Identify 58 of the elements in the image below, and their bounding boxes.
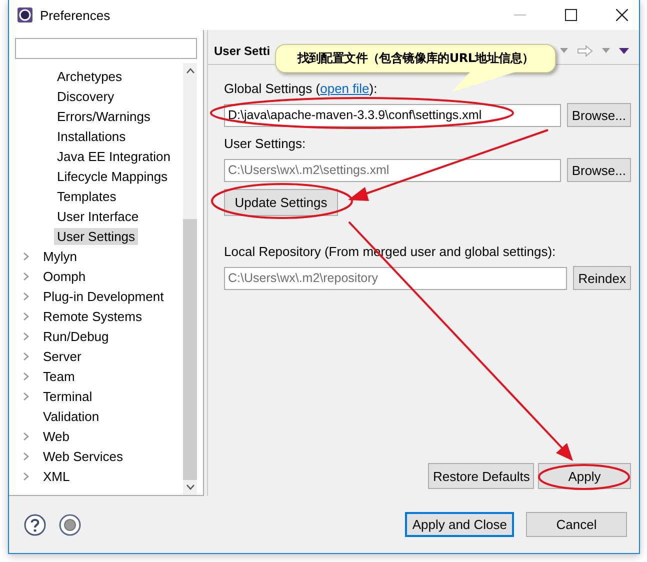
tree-item[interactable]: User Interface [54, 208, 142, 224]
tree-item[interactable]: Web Services [40, 448, 126, 464]
field-label: User Settings: [224, 136, 306, 153]
tree-item[interactable]: Mylyn [40, 248, 80, 264]
expand-icon[interactable] [23, 312, 29, 320]
tree-item[interactable]: Installations [54, 128, 129, 144]
expand-icon[interactable] [23, 372, 29, 380]
tree-item[interactable]: Validation [40, 408, 102, 424]
update-settings-button[interactable]: Update Settings [224, 189, 338, 216]
scroll-down-icon[interactable] [186, 484, 194, 490]
tree-item[interactable]: Server [40, 348, 84, 364]
expand-icon[interactable] [23, 332, 29, 340]
restore-defaults-button[interactable]: Restore Defaults [428, 463, 534, 489]
scroll-up-icon[interactable] [186, 68, 194, 74]
tree-item[interactable]: Remote Systems [40, 308, 145, 324]
dropdown-icon[interactable] [560, 48, 568, 53]
app-icon [17, 7, 33, 23]
dialog-button[interactable]: Cancel [526, 512, 627, 537]
tree-item[interactable]: Errors/Warnings [54, 108, 154, 124]
callout-tail [452, 72, 515, 92]
expand-icon[interactable] [23, 432, 29, 440]
tree-item[interactable]: Plug-in Development [40, 288, 167, 304]
tree-item[interactable]: Web [40, 428, 72, 444]
search-field[interactable] [15, 38, 197, 59]
expand-icon[interactable] [23, 292, 29, 300]
expand-icon[interactable] [23, 352, 29, 360]
forward-arrow-icon[interactable] [577, 44, 593, 56]
expand-icon[interactable] [23, 452, 29, 460]
tree-item[interactable]: Java EE Integration [54, 148, 174, 164]
tree-item[interactable]: Team [40, 368, 78, 384]
dialog-button[interactable]: Apply and Close [405, 512, 514, 537]
close-icon[interactable] [616, 9, 628, 21]
expand-icon[interactable] [23, 392, 29, 400]
window-title: Preferences [40, 8, 110, 22]
expand-icon[interactable] [23, 272, 29, 280]
tree-item[interactable]: Lifecycle Mappings [54, 168, 171, 184]
menu-icon[interactable] [619, 48, 629, 54]
tree-item[interactable]: Templates [54, 188, 120, 204]
page-title: User Setti [214, 44, 270, 58]
tree-item[interactable]: Discovery [54, 88, 118, 104]
expand-icon[interactable] [23, 472, 29, 480]
help-icon[interactable] [24, 514, 46, 536]
open-file-link[interactable]: open file [320, 81, 370, 96]
tree-item[interactable]: Oomph [40, 268, 89, 284]
tree-item[interactable]: Archetypes [54, 68, 126, 84]
record-icon[interactable] [59, 514, 81, 536]
maximize-icon[interactable] [565, 9, 577, 21]
tree-item[interactable]: Terminal [40, 388, 96, 404]
expand-icon[interactable] [23, 252, 29, 260]
scrollbar-thumb[interactable] [183, 218, 197, 480]
scrollbar[interactable] [183, 63, 197, 495]
field-label: Global Settings (open file): [224, 81, 378, 98]
tree-item[interactable]: Run/Debug [40, 328, 112, 344]
tree-item[interactable]: User Settings [54, 228, 138, 244]
dropdown-icon[interactable] [602, 48, 610, 53]
path-field[interactable]: D:\java\apache-maven-3.3.9\conf\settings.xml [224, 104, 561, 126]
tree-item[interactable]: XML [40, 468, 73, 484]
browse-button[interactable]: Browse... [566, 103, 631, 127]
